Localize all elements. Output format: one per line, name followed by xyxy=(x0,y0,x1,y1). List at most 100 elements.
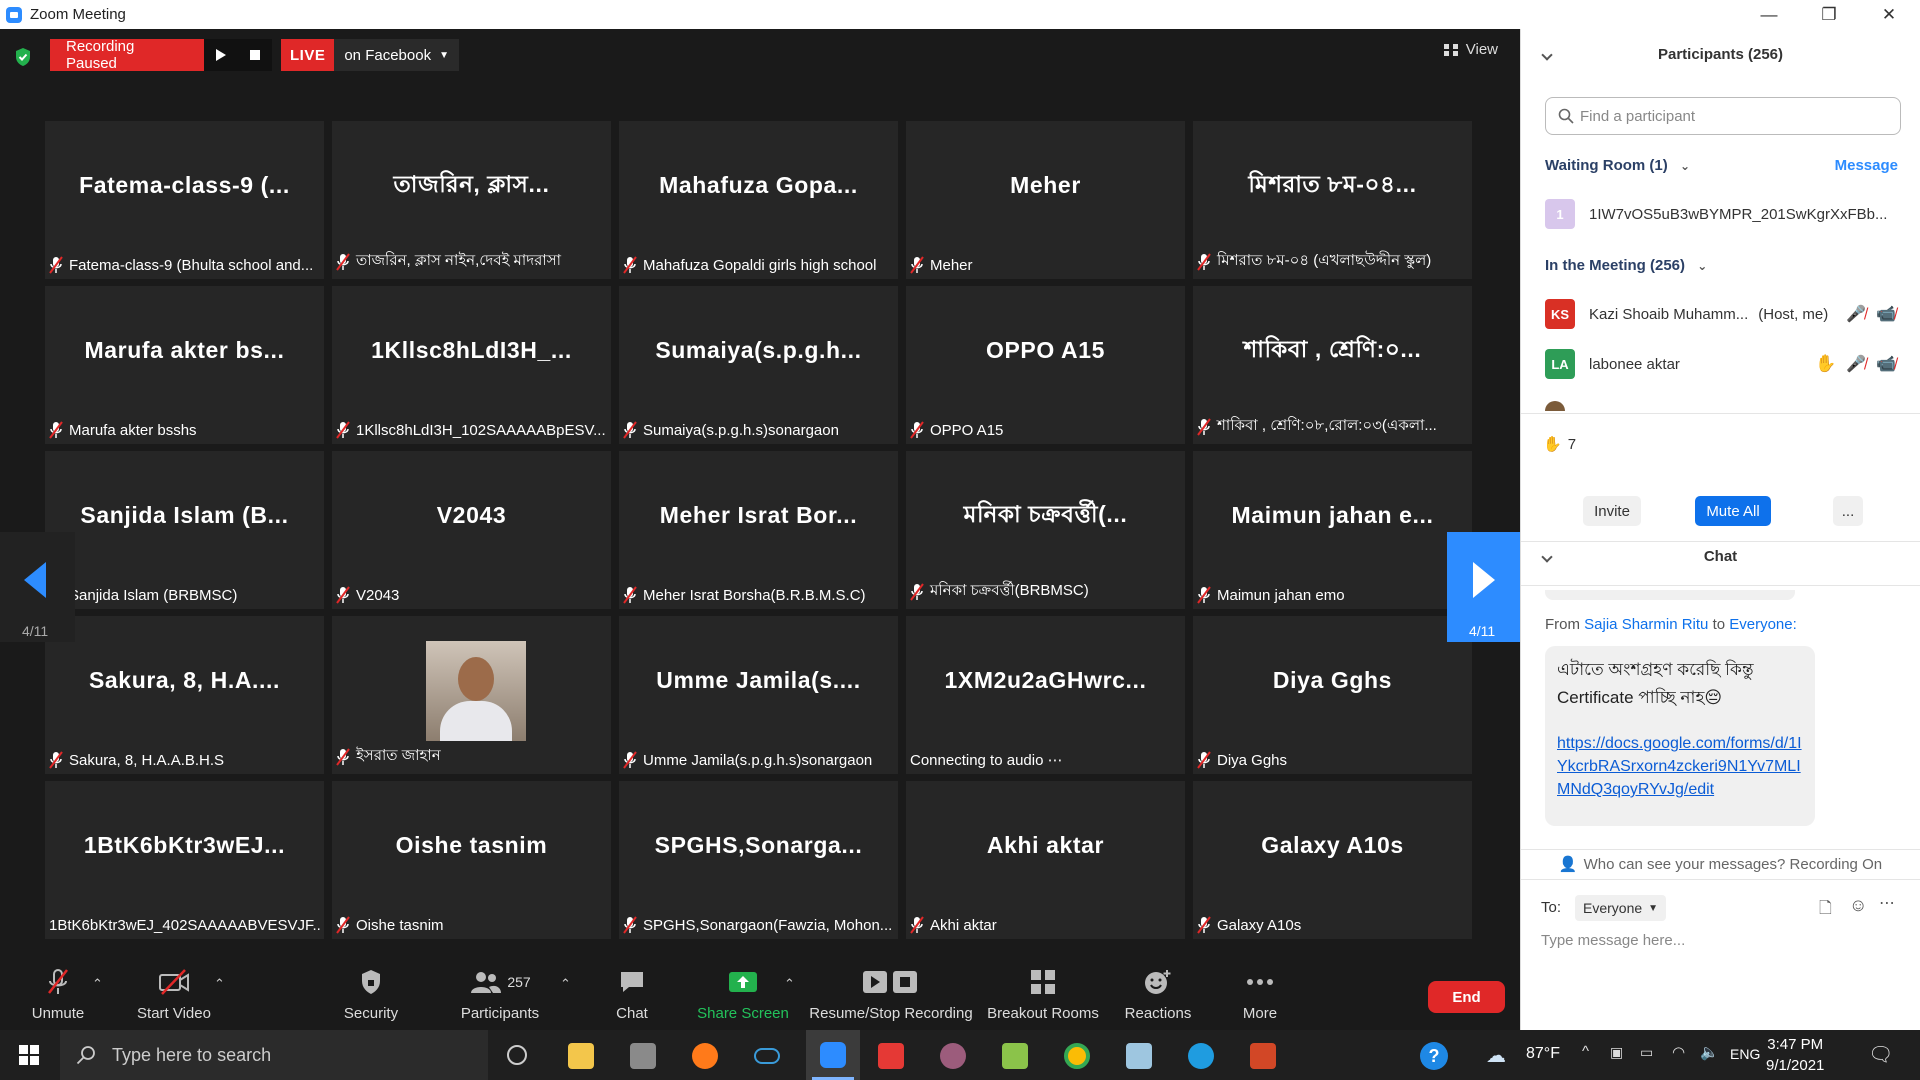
audio-options-caret[interactable]: ⌃ xyxy=(92,976,103,992)
video-off-icon[interactable]: 📹̸ xyxy=(1876,304,1896,324)
notifications-icon[interactable]: 🗨 xyxy=(1868,1042,1893,1067)
participant-tile[interactable]: তাজরিন, ক্লাস... তাজরিন, ক্লাস নাইন,দেবই … xyxy=(332,121,611,279)
emoji-icon[interactable]: ☺ xyxy=(1849,895,1867,916)
participant-tile[interactable]: 1Kllsc8hLdI3H_... 1Kllsc8hLdI3H_102SAAAAA… xyxy=(332,286,611,444)
restore-button[interactable]: ❐ xyxy=(1806,0,1852,29)
participant-tile[interactable]: Fatema-class-9 (... Fatema-class-9 (Bhult… xyxy=(45,121,324,279)
stop-recording-button[interactable] xyxy=(238,39,272,71)
participant-tile[interactable]: 1XM2u2aGHwrc... Connecting to audio ⋯ xyxy=(906,616,1185,774)
participant-row[interactable]: LA labonee aktar ✋ 🎤̸ 📹̸ xyxy=(1545,347,1896,381)
participant-tile[interactable]: Umme Jamila(s.... Umme Jamila(s.p.g.h.s)s… xyxy=(619,616,898,774)
taskbar-clock[interactable]: 3:47 PM 9/1/2021 xyxy=(1766,1034,1824,1076)
chat-button[interactable]: Chat xyxy=(602,956,662,1030)
minimize-button[interactable]: — xyxy=(1746,0,1792,29)
resume-stop-recording-button[interactable]: Resume/Stop Recording xyxy=(808,956,974,1030)
battery-icon[interactable]: ▭ xyxy=(1640,1044,1653,1061)
app-icon[interactable] xyxy=(1002,1043,1028,1069)
participant-tile[interactable]: 1BtK6bKtr3wEJ... 1BtK6bKtr3wEJ_402SAAAAAB… xyxy=(45,781,324,939)
participant-tile[interactable]: Sakura, 8, H.A.... Sakura, 8, H.A.A.B.H.S xyxy=(45,616,324,774)
participant-tile[interactable]: ইসরাত জাহান xyxy=(332,616,611,774)
volume-icon[interactable]: 🔈 xyxy=(1700,1043,1719,1061)
muted-mic-icon[interactable]: 🎤̸ xyxy=(1846,354,1866,374)
tray-device-icon[interactable]: ▣ xyxy=(1610,1044,1623,1061)
participant-tile[interactable]: V2043 V2043 xyxy=(332,451,611,609)
infinity-app-icon[interactable] xyxy=(754,1048,780,1064)
participant-tile[interactable]: Diya Gghs Diya Gghs xyxy=(1193,616,1472,774)
more-options-button[interactable]: ... xyxy=(1833,496,1863,526)
chat-recipient-dropdown[interactable]: Everyone ▼ xyxy=(1575,895,1667,921)
participant-tile[interactable]: শাকিবা , শ্রেণি:০... শাকিবা , শ্রেণি:০৮,র… xyxy=(1193,286,1472,444)
chat-message-link[interactable]: https://docs.google.com/forms/d/1IYkcrbR… xyxy=(1557,732,1803,801)
view-button[interactable]: View xyxy=(1443,41,1498,58)
participant-tile[interactable]: Akhi aktar Akhi aktar xyxy=(906,781,1185,939)
participant-tile[interactable]: Oishe tasnim Oishe tasnim xyxy=(332,781,611,939)
resume-recording-button[interactable] xyxy=(204,39,238,71)
chrome-icon[interactable] xyxy=(1064,1043,1090,1069)
participant-tile[interactable]: Maimun jahan e... Maimun jahan emo xyxy=(1193,451,1472,609)
chat-message-input[interactable]: Type message here... xyxy=(1541,932,1685,949)
breakout-rooms-button[interactable]: Breakout Rooms xyxy=(986,956,1100,1030)
task-view-icon[interactable] xyxy=(507,1045,527,1065)
unmute-button[interactable]: Unmute xyxy=(22,956,94,1030)
firefox-icon[interactable] xyxy=(692,1043,718,1069)
start-video-button[interactable]: Start Video xyxy=(132,956,216,1030)
participant-search-input[interactable]: Find a participant xyxy=(1545,97,1901,135)
microsoft-store-icon[interactable] xyxy=(630,1043,656,1069)
file-explorer-icon[interactable] xyxy=(568,1043,594,1069)
participant-tile[interactable]: Meher Israt Bor... Meher Israt Borsha(B.R… xyxy=(619,451,898,609)
waiting-room-header[interactable]: Waiting Room (1) ⌄ xyxy=(1545,157,1690,174)
invite-button[interactable]: Invite xyxy=(1583,496,1641,526)
previous-page-button[interactable]: 4/11 xyxy=(0,532,75,642)
security-button[interactable]: Security xyxy=(336,956,406,1030)
close-button[interactable]: ✕ xyxy=(1866,0,1912,29)
participant-tile[interactable]: Mahafuza Gopa... Mahafuza Gopaldi girls h… xyxy=(619,121,898,279)
participant-tile[interactable]: Meher Meher xyxy=(906,121,1185,279)
video-off-icon[interactable]: 📹̸ xyxy=(1876,354,1896,374)
encryption-shield-icon[interactable] xyxy=(14,47,32,67)
waiting-room-participant[interactable]: 1 1IW7vOS5uB3wBYMPR_201SwKgrXxFBb... xyxy=(1545,197,1896,231)
anydesk-icon[interactable] xyxy=(878,1043,904,1069)
more-options-icon[interactable]: ⋯ xyxy=(1879,893,1895,913)
more-button[interactable]: More xyxy=(1234,956,1286,1030)
taskbar-search-box[interactable]: Type here to search xyxy=(60,1030,488,1080)
windows-start-icon[interactable] xyxy=(19,1045,39,1065)
chat-privacy-notice[interactable]: 👤 Who can see your messages? Recording O… xyxy=(1521,855,1920,874)
in-meeting-header[interactable]: In the Meeting (256) ⌄ xyxy=(1545,257,1707,274)
participant-tile[interactable]: SPGHS,Sonarga... SPGHS,Sonargaon(Fawzia, … xyxy=(619,781,898,939)
participant-row-host[interactable]: KS Kazi Shoaib Muhamm... (Host, me) 🎤̸ 📹… xyxy=(1545,297,1896,331)
participant-tile[interactable]: Galaxy A10s Galaxy A10s xyxy=(1193,781,1472,939)
help-icon[interactable]: ? xyxy=(1420,1042,1448,1070)
edge-icon[interactable] xyxy=(1188,1043,1214,1069)
end-meeting-button[interactable]: End xyxy=(1428,981,1505,1013)
waiting-room-message-link[interactable]: Message xyxy=(1835,157,1898,174)
zoom-taskbar-item[interactable] xyxy=(806,1030,860,1080)
participant-tile[interactable]: মিশরাত ৮ম-০৪... মিশরাত ৮ম-০৪ (এখলাছউদ্দীন… xyxy=(1193,121,1472,279)
input-language[interactable]: ENG xyxy=(1730,1046,1760,1062)
share-screen-button[interactable]: Share Screen xyxy=(696,956,790,1030)
powerpoint-icon[interactable] xyxy=(1250,1043,1276,1069)
app-icon[interactable] xyxy=(940,1043,966,1069)
participant-tile[interactable]: Marufa akter bs... Marufa akter bsshs xyxy=(45,286,324,444)
app-icon[interactable] xyxy=(1126,1043,1152,1069)
participant-tile[interactable]: মনিকা চক্রবর্ত্তী(... মনিকা চক্রবর্ত্তী(B… xyxy=(906,451,1185,609)
reactions-button[interactable]: Reactions xyxy=(1122,956,1194,1030)
chat-sender[interactable]: Sajia Sharmin Ritu xyxy=(1584,616,1708,633)
participant-tile[interactable]: Sanjida Islam (B... Sanjida Islam (BRBMSC… xyxy=(45,451,324,609)
live-stream-status[interactable]: LIVE on Facebook ▼ xyxy=(281,39,459,71)
tray-caret-icon[interactable]: ^ xyxy=(1582,1043,1589,1060)
next-page-button[interactable]: 4/11 xyxy=(1447,532,1520,642)
live-target-dropdown[interactable]: on Facebook ▼ xyxy=(334,39,459,71)
panel-scrollbar[interactable] xyxy=(1908,139,1914,839)
file-icon[interactable]: 🗋 xyxy=(1819,897,1832,924)
participants-button[interactable]: 257 Participants xyxy=(458,956,542,1030)
participant-tile[interactable]: OPPO A15 OPPO A15 xyxy=(906,286,1185,444)
share-options-caret[interactable]: ⌃ xyxy=(784,976,795,992)
mute-all-button[interactable]: Mute All xyxy=(1695,496,1771,526)
muted-mic-icon[interactable]: 🎤̸ xyxy=(1846,304,1866,324)
participants-options-caret[interactable]: ⌃ xyxy=(560,976,571,992)
video-options-caret[interactable]: ⌃ xyxy=(214,976,225,992)
participant-tile[interactable]: Sumaiya(s.p.g.h... Sumaiya(s.p.g.h.s)sona… xyxy=(619,286,898,444)
wifi-icon[interactable]: ◠ xyxy=(1672,1043,1685,1061)
weather-cloud-icon[interactable]: ☁ xyxy=(1486,1043,1506,1068)
weather-temp[interactable]: 87°F xyxy=(1526,1045,1560,1063)
